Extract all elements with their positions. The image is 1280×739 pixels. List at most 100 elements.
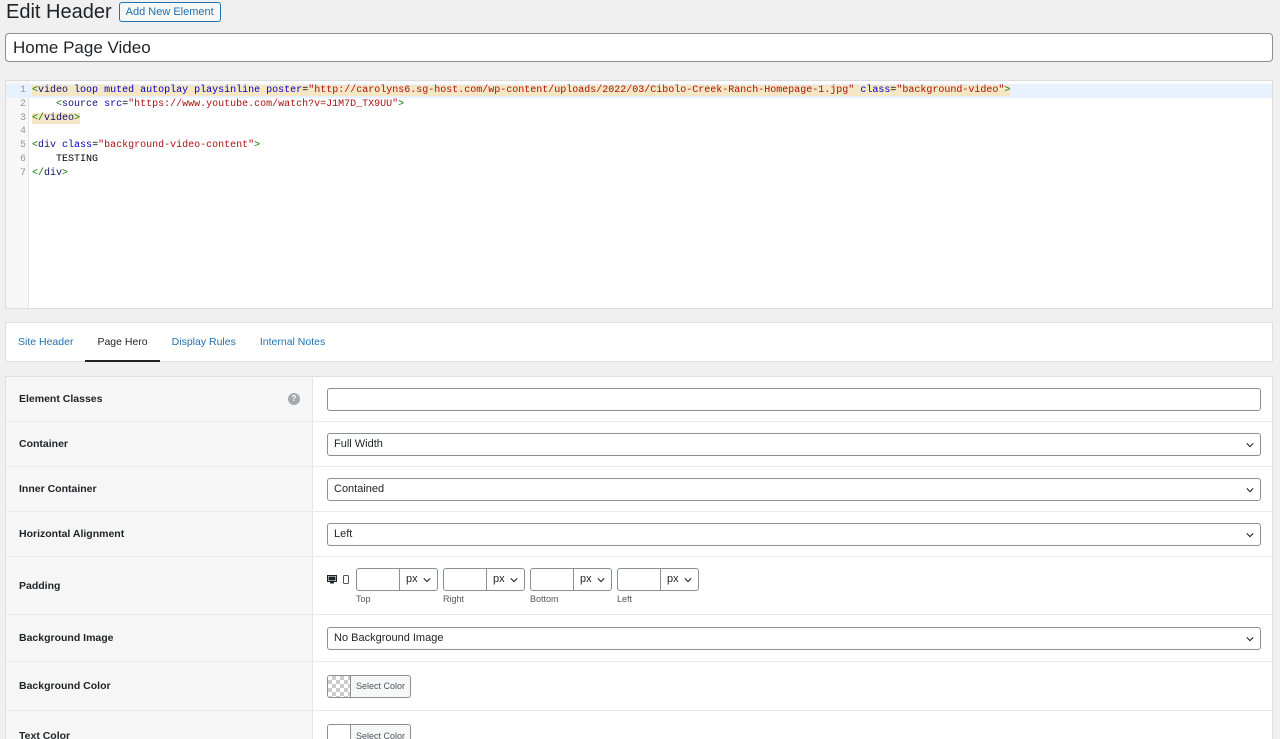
code-token: </ [32,112,45,124]
code-token: </ [32,167,45,179]
container-label: Container [6,422,313,466]
code-line[interactable]: 4 [6,125,1272,139]
padding-left-label: Left [617,593,633,604]
tab-display-rules[interactable]: Display Rules [160,323,248,361]
chevron-down-icon [684,577,692,582]
page-header: Edit Header Add New Element [6,0,221,24]
code-line[interactable]: 2 <source src="https://www.youtube.com/w… [6,98,1272,112]
line-number: 4 [19,126,26,138]
chevron-down-icon [1246,636,1254,641]
code-line[interactable]: 3 </video> [6,112,1272,126]
mobile-icon[interactable] [343,575,349,584]
code-line[interactable]: 6 TESTING [6,153,1272,167]
horizontal-alignment-select[interactable]: Left [327,522,1261,546]
code-token: muted [104,85,135,96]
padding-top-unit-select[interactable]: px [400,567,438,591]
help-icon[interactable]: ? [288,393,300,405]
padding-left-unit-select[interactable]: px [661,567,699,591]
padding-bottom-unit-select[interactable]: px [574,567,612,591]
text-color-picker-button[interactable]: Select Color [327,724,411,739]
element-classes-label-text: Element Classes [19,393,103,405]
desktop-icon[interactable] [327,575,337,584]
padding-top-unit: px [406,572,418,585]
tab-site-header[interactable]: Site Header [6,323,85,361]
line-number: 1 [19,85,26,96]
code-token: div [44,167,63,179]
code-token: video [38,85,69,96]
row-container: Container Full Width [6,422,1272,467]
text-color-label: Text Color [6,711,313,739]
chevron-down-icon [1246,532,1254,537]
text-color-field: Select Color [313,711,1272,739]
element-classes-input[interactable] [327,387,1261,411]
code-line[interactable]: 5 <div class="background-video-content"> [6,139,1272,153]
row-background-color: Background Color Select Color [6,662,1272,711]
inner-container-field: Contained [313,467,1272,511]
code-token: class [62,140,93,152]
line-number: 3 [19,112,26,124]
padding-bottom-unit: px [580,572,592,585]
row-horizontal-alignment: Horizontal Alignment Left [6,512,1272,557]
code-token: TESTING [32,153,99,165]
row-inner-container: Inner Container Contained [6,467,1272,512]
code-token: autoplay [140,85,189,96]
chevron-down-icon [423,577,431,582]
chevron-down-icon [1246,487,1254,492]
text-color-swatch [328,725,351,739]
inner-container-label: Inner Container [6,467,313,511]
code-token: div [38,140,57,152]
code-text: <source src="https://www.youtube.com/wat… [32,98,404,112]
container-field: Full Width [313,422,1272,466]
container-select[interactable]: Full Width [327,432,1261,456]
code-line[interactable]: 7 </div> [6,167,1272,181]
code-token: "background-video-content" [98,140,255,152]
padding-top-input[interactable] [356,567,400,591]
padding-right-input[interactable] [443,567,487,591]
padding-bottom-input[interactable] [530,567,574,591]
code-token: playsinline [194,85,261,96]
background-color-swatch [328,675,351,697]
padding-bottom-label: Bottom [530,593,559,604]
background-image-field: No Background Image [313,615,1272,661]
code-line[interactable]: 1 <video loop muted autoplay playsinline … [6,84,1272,98]
code-token: > [1004,85,1011,96]
code-editor[interactable]: 1 <video loop muted autoplay playsinline … [5,80,1273,309]
element-title-input[interactable] [5,33,1273,62]
code-token: class [860,85,891,96]
padding-left: px Left [617,567,699,604]
padding-left-input[interactable] [617,567,661,591]
code-token: loop [74,85,99,96]
tab-internal-notes[interactable]: Internal Notes [248,323,337,361]
text-color-button-label: Select Color [356,730,406,739]
tab-page-hero[interactable]: Page Hero [85,323,160,362]
line-number: 2 [19,98,26,110]
code-text: </div> [32,167,68,181]
code-lines[interactable]: 1 <video loop muted autoplay playsinline … [6,84,1272,181]
background-color-picker-button[interactable]: Select Color [327,674,411,698]
code-token: > [74,112,81,124]
container-select-value: Full Width [334,437,383,450]
padding-right-unit: px [493,572,505,585]
code-token: > [62,167,69,179]
code-token: video [44,112,75,124]
device-toggle [327,575,349,584]
horizontal-alignment-select-value: Left [334,527,353,540]
chevron-down-icon [510,577,518,582]
code-token: poster [266,85,303,96]
row-element-classes: Element Classes ? [6,377,1272,422]
code-token: "background-video" [896,85,1005,96]
inner-container-select[interactable]: Contained [327,477,1261,501]
padding-right-unit-select[interactable]: px [487,567,525,591]
row-text-color: Text Color Select Color [6,711,1272,739]
page-hero-settings: Element Classes ? Container Full Width I… [5,376,1273,739]
background-color-field: Select Color [313,662,1272,710]
code-text: </video> [32,112,81,126]
padding-bottom: px Bottom [530,567,612,604]
code-text: TESTING [32,153,98,167]
code-text: <div class="background-video-content"> [32,139,260,153]
element-classes-label: Element Classes ? [6,377,313,421]
horizontal-alignment-field: Left [313,512,1272,556]
background-image-select[interactable]: No Background Image [327,626,1261,650]
code-token: src [104,98,123,110]
add-new-element-button[interactable]: Add New Element [118,2,221,22]
